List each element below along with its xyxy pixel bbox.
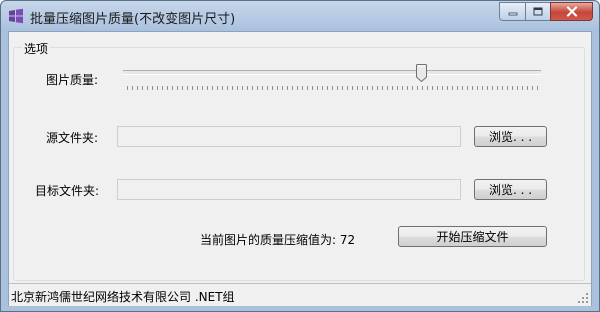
status-bar: 北京新鸿儒世纪网络技术有限公司 .NET组 (9, 283, 591, 306)
app-window: 批量压缩图片质量(不改变图片尺寸) 选项 图片质量: 源文件夹: 浏览. . .… (0, 0, 600, 312)
quality-slider[interactable] (123, 70, 541, 75)
quality-slider-thumb[interactable] (416, 64, 428, 83)
source-folder-label: 源文件夹: (46, 131, 99, 145)
minimize-icon (508, 12, 517, 15)
browse-source-button[interactable]: 浏览. . . (474, 126, 547, 147)
source-folder-field[interactable] (117, 126, 461, 147)
current-quality-text: 当前图片的质量压缩值为: 72 (200, 233, 356, 247)
options-group-label: 选项 (22, 40, 51, 57)
target-folder-label: 目标文件夹: (35, 184, 100, 198)
size-grip-icon[interactable] (578, 293, 589, 304)
browse-target-button[interactable]: 浏览. . . (474, 179, 547, 200)
maximize-button[interactable] (525, 2, 550, 21)
close-icon (566, 6, 577, 17)
start-compress-button[interactable]: 开始压缩文件 (398, 226, 547, 247)
close-button[interactable] (550, 2, 593, 21)
window-title: 批量压缩图片质量(不改变图片尺寸) (30, 12, 236, 27)
quality-label: 图片质量: (46, 73, 99, 87)
client-area: 选项 图片质量: 源文件夹: 浏览. . . 目标文件夹: 浏览. . . 当前… (8, 31, 592, 306)
quality-slider-ticks (127, 86, 541, 90)
windows-logo-icon (8, 8, 24, 24)
status-text: 北京新鸿儒世纪网络技术有限公司 .NET组 (11, 290, 235, 304)
minimize-button[interactable] (499, 2, 525, 21)
target-folder-field[interactable] (117, 179, 461, 200)
maximize-icon (533, 7, 543, 16)
title-bar[interactable]: 批量压缩图片质量(不改变图片尺寸) (1, 1, 599, 31)
window-controls (499, 2, 593, 21)
